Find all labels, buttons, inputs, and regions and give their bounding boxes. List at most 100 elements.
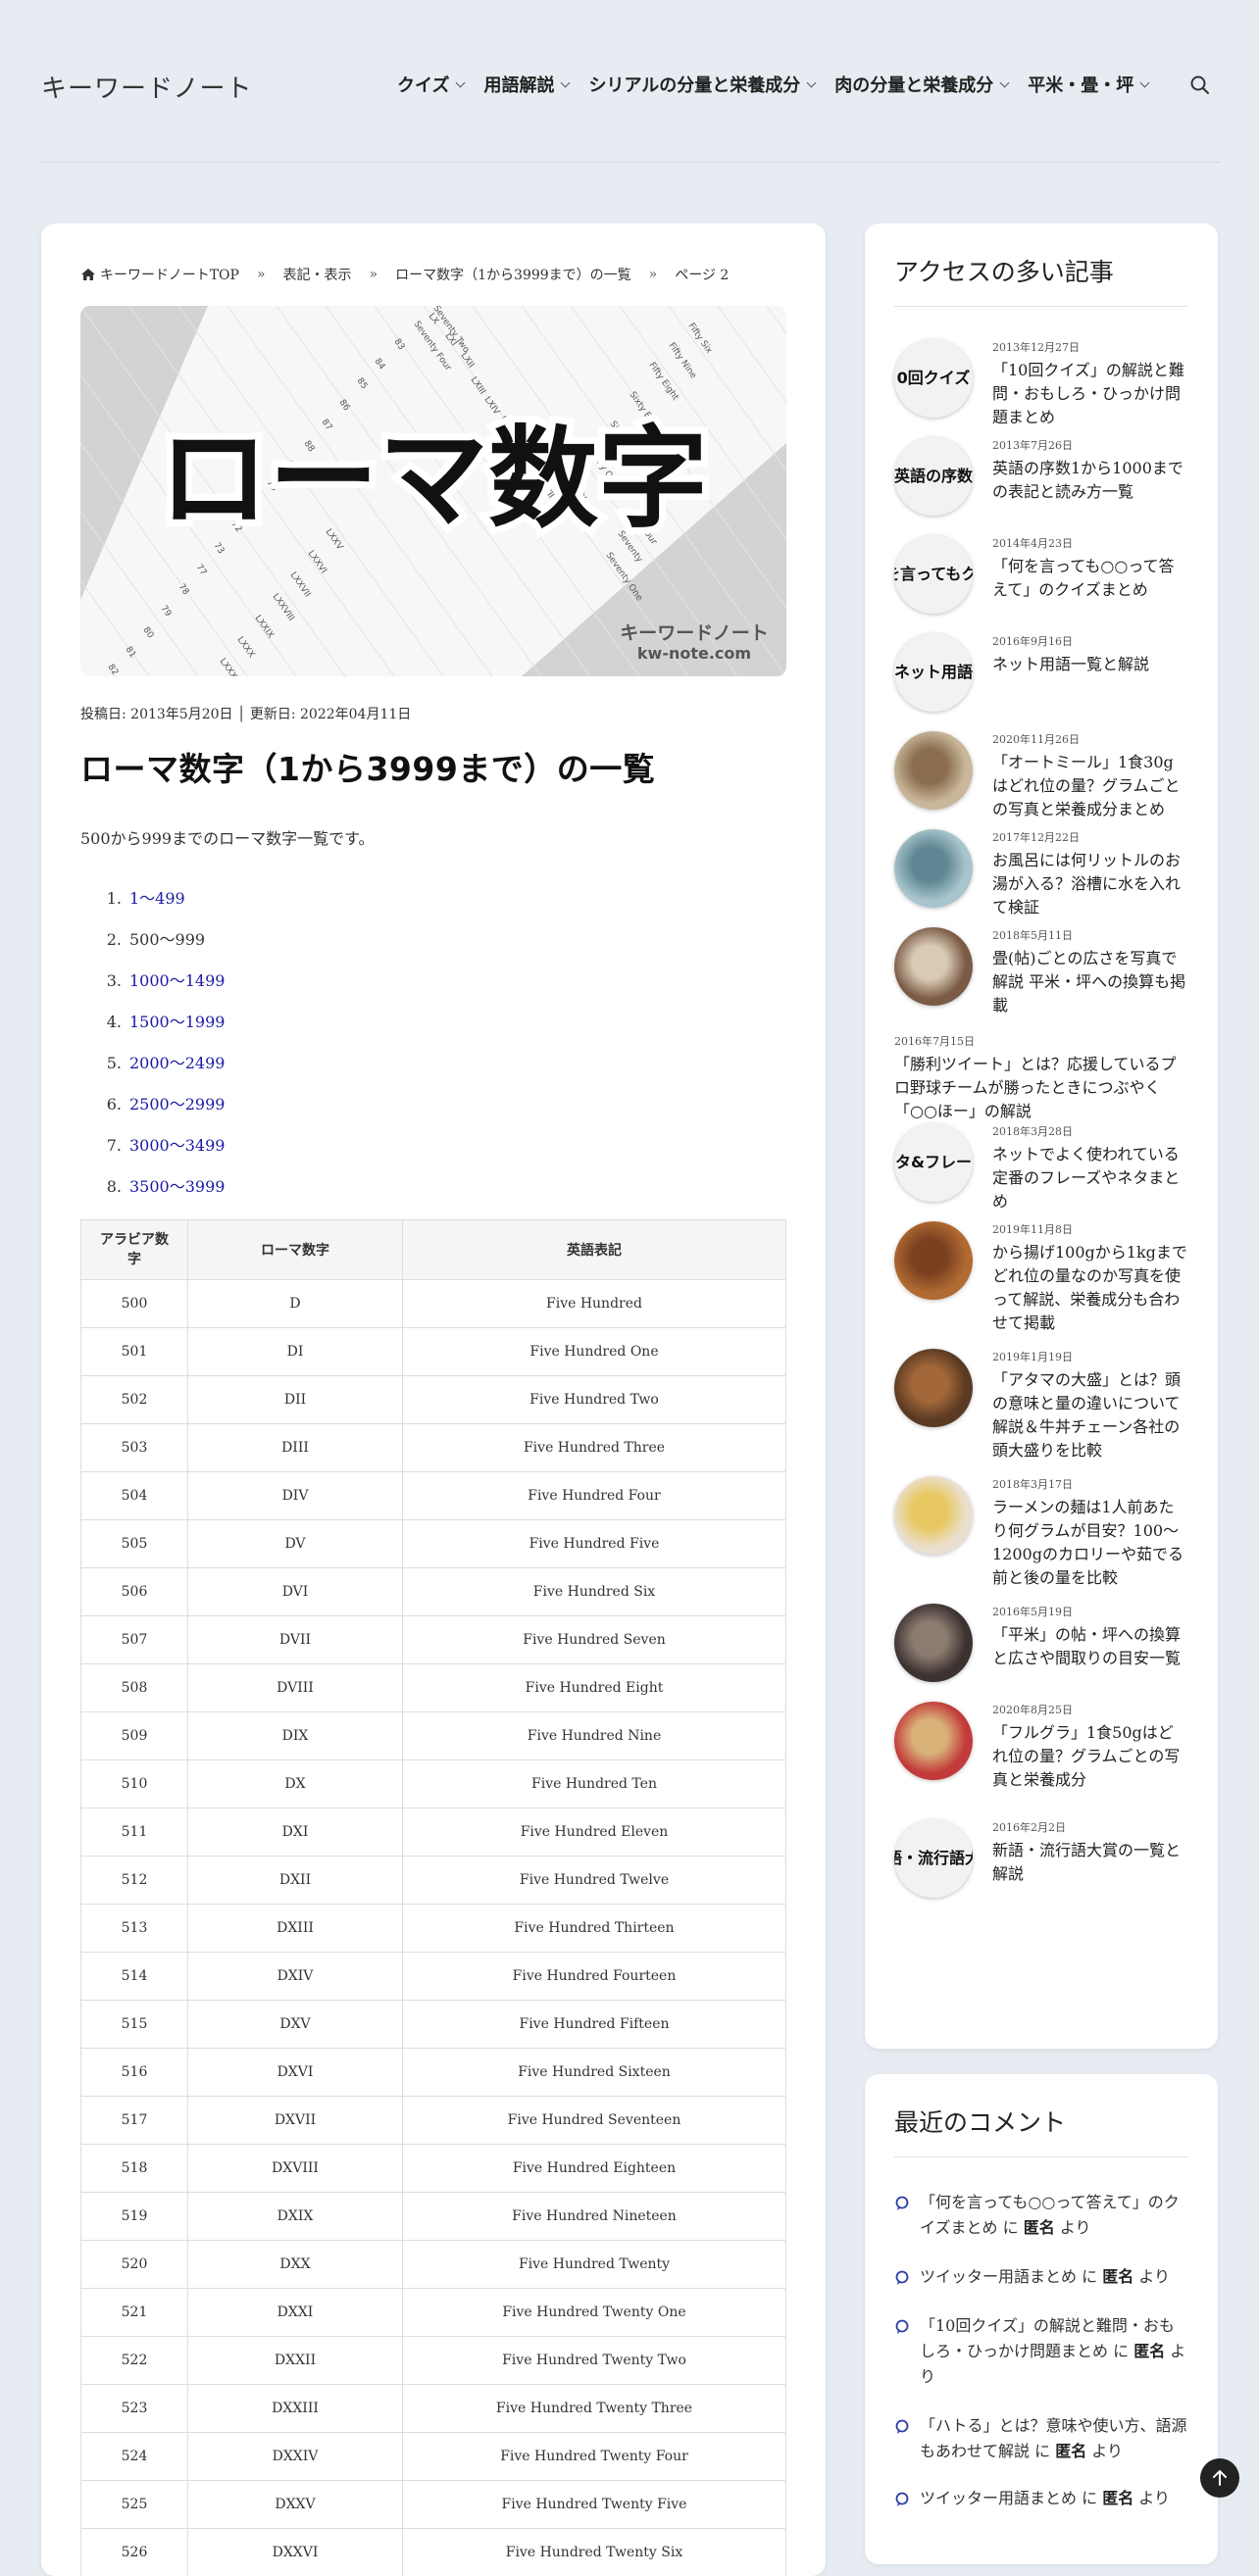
thumbnail-image[interactable] bbox=[894, 1702, 973, 1780]
nav-label: クイズ bbox=[397, 72, 449, 97]
breadcrumb-article[interactable]: ローマ数字（1から3999まで）の一覧 bbox=[395, 265, 631, 284]
popular-title[interactable]: 新語・流行語大賞の一覧と解説 bbox=[992, 1839, 1188, 1886]
range-link[interactable]: 2500～2999 bbox=[129, 1095, 225, 1114]
hero-domain: kw-note.com bbox=[637, 644, 751, 663]
comment-connector: に bbox=[1030, 2442, 1055, 2460]
cell-english: Five Hundred Three bbox=[403, 1424, 786, 1472]
thumbnail-image[interactable]: ネット用語 bbox=[894, 633, 973, 712]
cell-arabic: 521 bbox=[81, 2289, 188, 2337]
comment-author: 匿名 bbox=[1055, 2442, 1086, 2460]
thumbnail-image[interactable]: 語・流行語大 bbox=[894, 1819, 973, 1898]
popular-title[interactable]: 「平米」の帖・坪への換算と広さや間取りの目安一覧 bbox=[992, 1623, 1188, 1670]
site-header: キーワードノート クイズ 用語解説 シリアルの分量と栄養成分 肉の分量と栄養成分… bbox=[0, 0, 1259, 167]
cell-roman: DXV bbox=[188, 2001, 403, 2049]
range-number: 2. bbox=[80, 919, 124, 961]
thumbnail-text: ネット用語 bbox=[894, 659, 973, 682]
thumbnail-image[interactable] bbox=[894, 927, 973, 1006]
range-list-item: 6.2500～2999 bbox=[80, 1084, 225, 1125]
cell-roman: DVIII bbox=[188, 1664, 403, 1712]
hero-graphic: LXLXILXIILXIIILXIVLXVLXVILXVIILXVIIILXIX… bbox=[80, 306, 786, 676]
range-link[interactable]: 3000～3499 bbox=[129, 1136, 225, 1155]
cell-english: Five Hundred Four bbox=[403, 1472, 786, 1520]
thumbnail-image[interactable] bbox=[894, 1349, 973, 1427]
table-row: 507DVIIFive Hundred Seven bbox=[81, 1616, 786, 1664]
thumbnail-image[interactable] bbox=[894, 1604, 973, 1682]
thumbnail-image[interactable] bbox=[894, 1221, 973, 1300]
popular-title[interactable]: 「勝利ツイート」とは？応援しているプロ野球チームが勝ったときにつぶやく「○○ほー… bbox=[894, 1053, 1188, 1123]
roman-numeral-table: アラビア数字 ローマ数字 英語表記 500DFive Hundred501DIF… bbox=[80, 1219, 786, 2576]
thumbnail-image[interactable] bbox=[894, 731, 973, 810]
comment-article-link[interactable]: ツイッター用語まとめ bbox=[920, 2489, 1077, 2507]
search-icon[interactable] bbox=[1189, 74, 1211, 96]
nav-item-cereal[interactable]: シリアルの分量と栄養成分 bbox=[588, 72, 815, 97]
breadcrumb-separator: » bbox=[257, 267, 266, 282]
nav-label: 平米・畳・坪 bbox=[1028, 72, 1133, 97]
table-body: 500DFive Hundred501DIFive Hundred One502… bbox=[81, 1280, 786, 2576]
table-row: 514DXIVFive Hundred Fourteen bbox=[81, 1953, 786, 2001]
table-row: 515DXVFive Hundred Fifteen bbox=[81, 2001, 786, 2049]
header-divider bbox=[39, 162, 1220, 163]
popular-title[interactable]: 英語の序数1から1000までの表記と読み方一覧 bbox=[992, 457, 1188, 504]
nav-item-quiz[interactable]: クイズ bbox=[397, 72, 464, 97]
comment-suffix: より bbox=[1055, 2218, 1091, 2237]
back-to-top-button[interactable] bbox=[1200, 2458, 1239, 2498]
nav-item-area[interactable]: 平米・畳・坪 bbox=[1028, 72, 1148, 97]
cell-roman: DIX bbox=[188, 1712, 403, 1760]
popular-title[interactable]: ネット用語一覧と解説 bbox=[992, 653, 1188, 676]
popular-date: 2016年2月2日 bbox=[992, 1819, 1066, 1835]
cell-english: Five Hundred Eleven bbox=[403, 1808, 786, 1857]
cell-roman: DXVII bbox=[188, 2097, 403, 2145]
table-row: 522DXXIIFive Hundred Twenty Two bbox=[81, 2337, 786, 2385]
thumbnail-image[interactable]: 英語の序数 bbox=[894, 437, 973, 516]
popular-title[interactable]: 畳(帖)ごとの広さを写真で解説 平米・坪への換算も掲載 bbox=[992, 947, 1188, 1017]
popular-title[interactable]: 「何を言っても○○って答えて」のクイズまとめ bbox=[992, 555, 1188, 602]
range-link[interactable]: 3500～3999 bbox=[129, 1177, 225, 1196]
thumbnail-image[interactable] bbox=[894, 1476, 973, 1555]
popular-title[interactable]: 「10回クイズ」の解説と難問・おもしろ・ひっかけ問題まとめ bbox=[992, 359, 1188, 429]
popular-title[interactable]: ネットでよく使われている定番のフレーズやネタまとめ bbox=[992, 1143, 1188, 1214]
popular-title[interactable]: から揚げ100gから1kgまでどれ位の量なのか写真を使って解説、栄養成分も合わせ… bbox=[992, 1241, 1188, 1335]
breadcrumb-home[interactable]: キーワードノートTOP bbox=[100, 265, 239, 284]
cell-english: Five Hundred Twenty One bbox=[403, 2289, 786, 2337]
range-number: 1. bbox=[80, 878, 124, 919]
cell-roman: DXIX bbox=[188, 2193, 403, 2241]
nav-item-terms[interactable]: 用語解説 bbox=[483, 72, 569, 97]
range-link[interactable]: 1000～1499 bbox=[129, 971, 225, 990]
cell-english: Five Hundred Nine bbox=[403, 1712, 786, 1760]
range-list-item: 4.1500～1999 bbox=[80, 1002, 225, 1043]
thumbnail-image[interactable]: を言ってもクイ bbox=[894, 535, 973, 614]
chevron-down-icon bbox=[1140, 77, 1150, 87]
nav-item-meat[interactable]: 肉の分量と栄養成分 bbox=[834, 72, 1008, 97]
popular-title[interactable]: お風呂には何リットルのお湯が入る？浴槽に水を入れて検証 bbox=[992, 849, 1188, 919]
popular-date: 2018年3月17日 bbox=[992, 1476, 1073, 1492]
popular-title[interactable]: 「フルグラ」1食50gはどれ位の量？グラムごとの写真と栄養成分 bbox=[992, 1721, 1188, 1792]
cell-arabic: 515 bbox=[81, 2001, 188, 2049]
thumbnail-text: 英語の序数 bbox=[894, 463, 973, 486]
range-link[interactable]: 1500～1999 bbox=[129, 1013, 225, 1031]
range-link[interactable]: 1～499 bbox=[129, 889, 185, 908]
thumbnail-image[interactable]: 0回クイズ bbox=[894, 339, 973, 418]
comment-text: ツイッター用語まとめ に 匿名 より bbox=[920, 2264, 1188, 2290]
popular-title[interactable]: 「アタマの大盛」とは？頭の意味と量の違いについて解説＆牛丼チェーン各社の頭大盛り… bbox=[992, 1368, 1188, 1462]
cell-arabic: 526 bbox=[81, 2529, 188, 2576]
breadcrumb-separator: » bbox=[370, 267, 378, 282]
popular-date: 2016年9月16日 bbox=[992, 633, 1073, 649]
breadcrumb-separator: » bbox=[649, 267, 658, 282]
thumbnail-image[interactable]: タ&フレー bbox=[894, 1123, 973, 1202]
hero-image: LXLXILXIILXIIILXIVLXVLXVILXVIILXVIIILXIX… bbox=[80, 306, 786, 676]
popular-title[interactable]: ラーメンの麺は1人前あたり何グラムが目安？100～1200gのカロリーや茹でる前… bbox=[992, 1496, 1188, 1590]
thumbnail-text: タ&フレー bbox=[894, 1149, 973, 1172]
comment-bubble-icon bbox=[894, 2196, 910, 2211]
site-title[interactable]: キーワードノート bbox=[41, 69, 252, 105]
comment-article-link[interactable]: ツイッター用語まとめ bbox=[920, 2267, 1077, 2286]
table-row: 521DXXIFive Hundred Twenty One bbox=[81, 2289, 786, 2337]
cell-roman: DIV bbox=[188, 1472, 403, 1520]
popular-title[interactable]: 「オートミール」1食30gはどれ位の量？グラムごとの写真と栄養成分まとめ bbox=[992, 751, 1188, 821]
breadcrumb: キーワードノートTOP » 表記・表示 » ローマ数字（1から3999まで）の一… bbox=[80, 265, 729, 284]
cell-english: Five Hundred Twenty Six bbox=[403, 2529, 786, 2576]
cell-arabic: 512 bbox=[81, 1857, 188, 1905]
range-link[interactable]: 2000～2499 bbox=[129, 1054, 225, 1072]
breadcrumb-category[interactable]: 表記・表示 bbox=[283, 265, 352, 284]
col-arabic: アラビア数字 bbox=[81, 1220, 188, 1280]
thumbnail-image[interactable] bbox=[894, 829, 973, 908]
